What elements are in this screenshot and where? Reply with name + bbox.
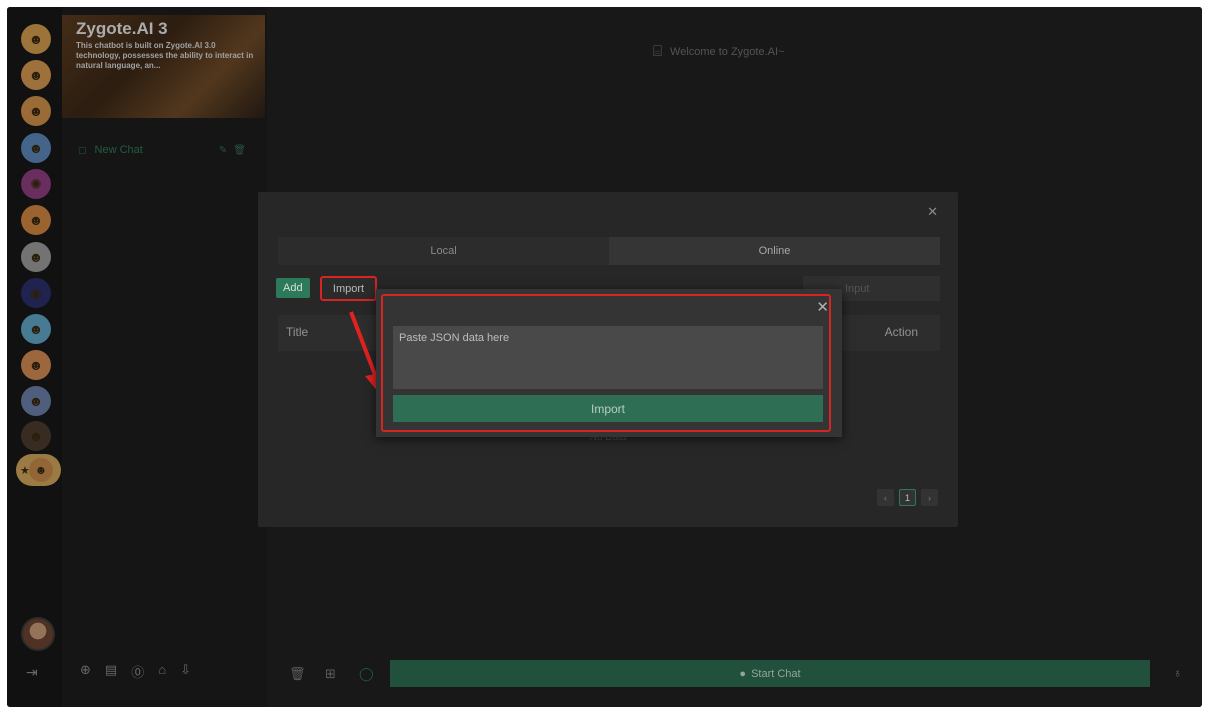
pagination: ‹ 1 › xyxy=(877,489,938,506)
source-tabs: Local Online xyxy=(278,237,940,265)
confirm-import-button[interactable]: Import xyxy=(393,395,823,422)
close-icon[interactable]: ✕ xyxy=(927,204,938,220)
json-input[interactable] xyxy=(393,326,823,389)
next-page-button[interactable]: › xyxy=(921,489,938,506)
close-icon[interactable]: ✕ xyxy=(816,298,829,316)
column-title: Title xyxy=(286,325,309,339)
import-button[interactable]: Import xyxy=(320,276,377,301)
app-window: ☻ ☻ ☻ ☻ ✺ ☻ ☻ ◉ ☻ ☻ ☻ ☻ ★ ☻ ⇥ Zygote.AI … xyxy=(7,7,1202,707)
add-button[interactable]: Add xyxy=(276,278,310,298)
tab-online[interactable]: Online xyxy=(609,237,940,265)
tab-local[interactable]: Local xyxy=(278,237,609,265)
column-action: Action xyxy=(884,325,918,339)
page-number[interactable]: 1 xyxy=(899,489,916,506)
prev-page-button[interactable]: ‹ xyxy=(877,489,894,506)
import-json-dialog: ✕ Import xyxy=(376,289,842,437)
